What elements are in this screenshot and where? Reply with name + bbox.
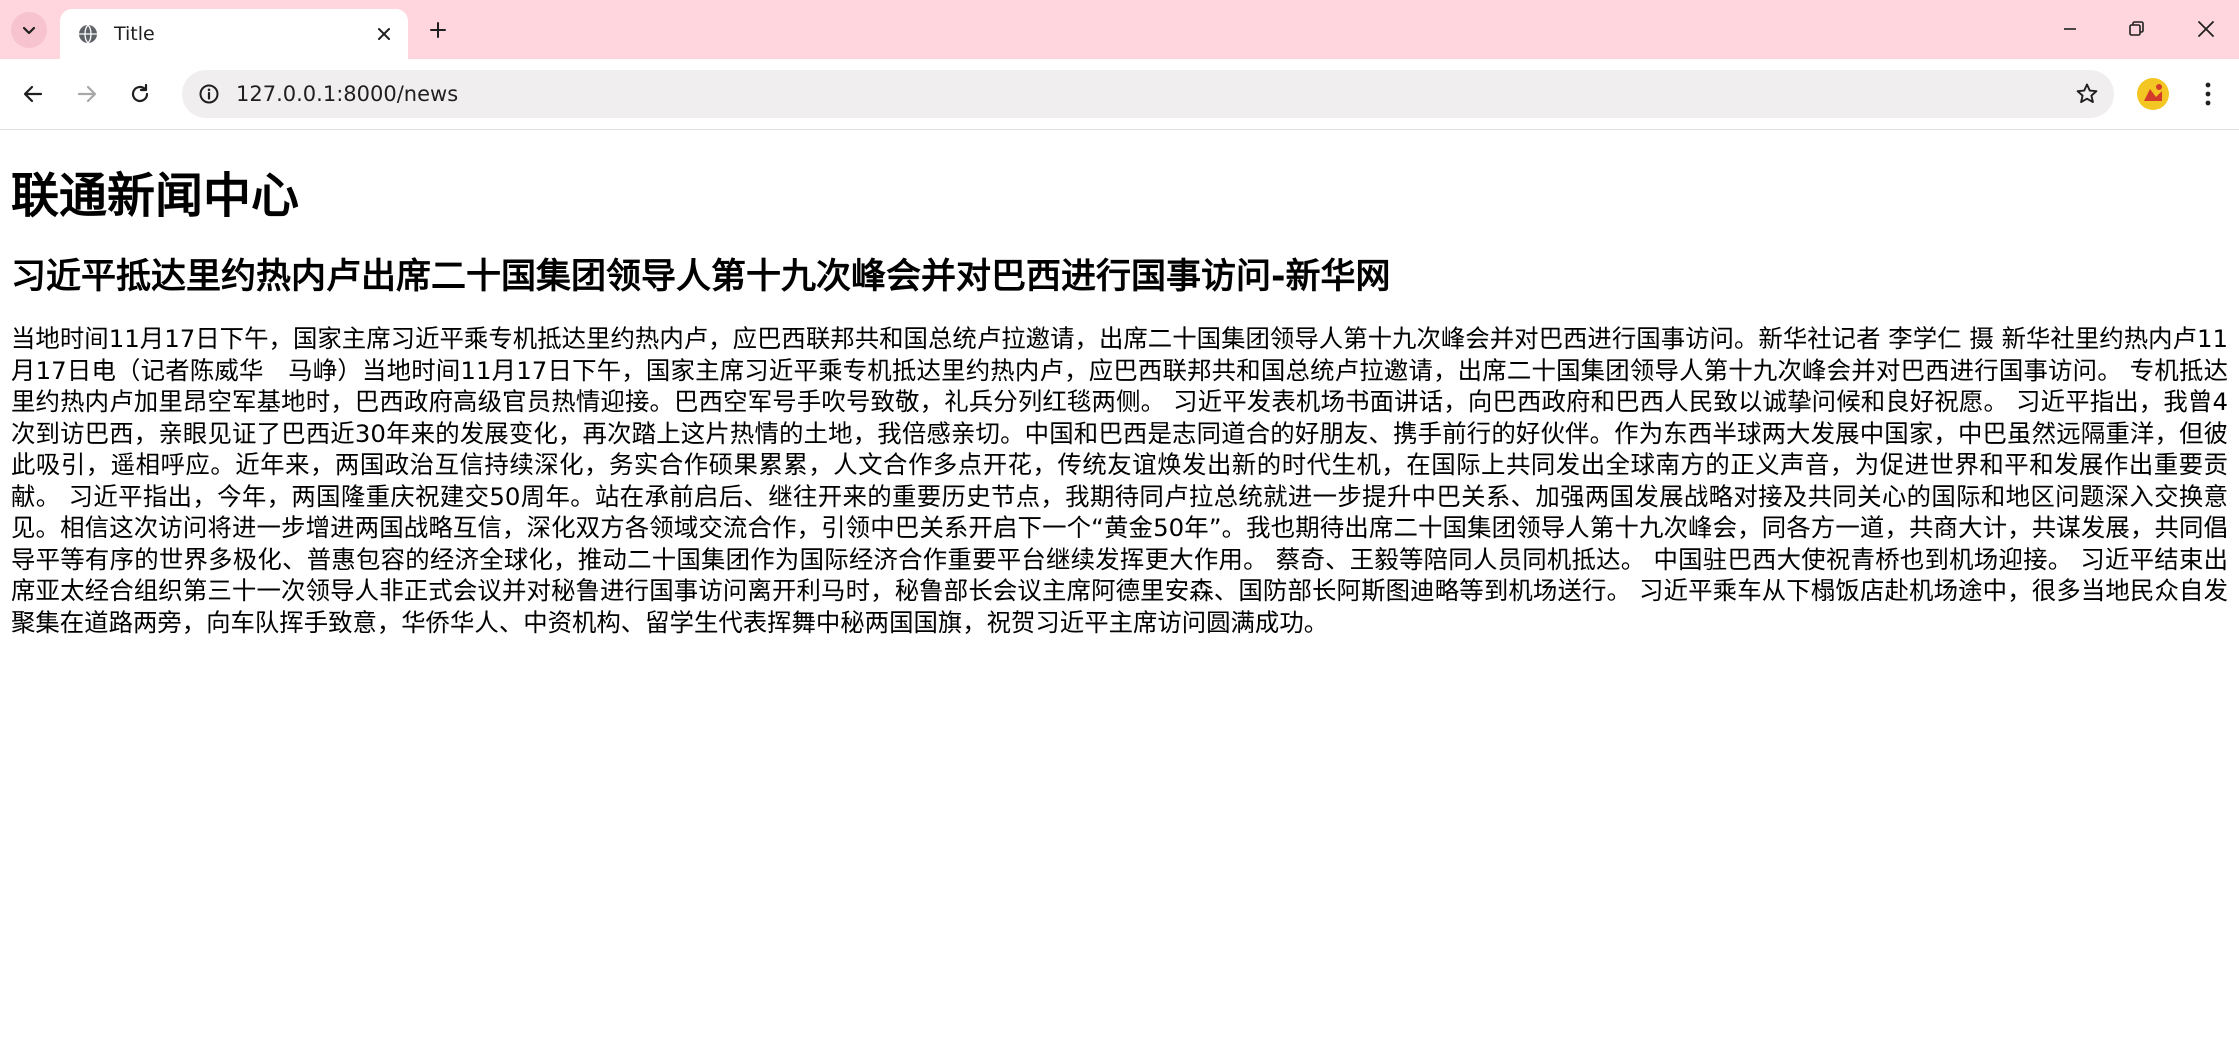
profile-button[interactable] (2134, 75, 2172, 113)
url-text[interactable]: 127.0.0.1:8000/news (236, 70, 458, 118)
bookmark-button[interactable] (2070, 77, 2104, 111)
site-info-button[interactable] (192, 77, 226, 111)
minimize-icon (2064, 28, 2076, 30)
globe-icon (76, 22, 100, 46)
chevron-down-icon (22, 26, 36, 35)
article-title: 习近平抵达里约热内卢出席二十国集团领导人第十九次峰会并对巴西进行国事访问-新华网 (11, 257, 1391, 297)
restore-button[interactable] (2104, 8, 2168, 50)
close-window-button[interactable] (2174, 8, 2238, 50)
plus-icon (430, 22, 446, 38)
address-bar[interactable]: 127.0.0.1:8000/news (182, 70, 2114, 118)
article-body: 当地时间11月17日下午，国家主席习近平乘专机抵达里约热内卢，应巴西联邦共和国总… (11, 324, 2228, 637)
page-title: 联通新闻中心 (11, 168, 300, 224)
kebab-menu-icon (2205, 82, 2211, 106)
restore-icon (2129, 21, 2144, 36)
tab-search-button[interactable] (11, 12, 47, 48)
profile-avatar-icon (2137, 78, 2169, 110)
reload-button[interactable] (120, 74, 160, 114)
back-button[interactable] (13, 74, 53, 114)
tab-close-button[interactable] (370, 20, 398, 48)
browser-toolbar: 127.0.0.1:8000/news (0, 59, 2239, 130)
arrow-left-icon (23, 85, 43, 103)
star-icon (2076, 83, 2098, 104)
tab-active[interactable]: Title (60, 9, 408, 59)
reload-icon (131, 83, 149, 103)
arrow-right-icon (77, 85, 97, 103)
close-icon (378, 28, 390, 40)
tab-title: Title (114, 23, 155, 45)
minimize-button[interactable] (2038, 8, 2102, 50)
info-icon (199, 84, 219, 104)
page-content: 联通新闻中心 习近平抵达里约热内卢出席二十国集团领导人第十九次峰会并对巴西进行国… (0, 130, 2239, 638)
new-tab-button[interactable] (422, 14, 454, 46)
browser-menu-button[interactable] (2192, 75, 2224, 113)
forward-button[interactable] (67, 74, 107, 114)
close-icon (2198, 21, 2214, 37)
tab-strip: Title (0, 0, 2239, 59)
